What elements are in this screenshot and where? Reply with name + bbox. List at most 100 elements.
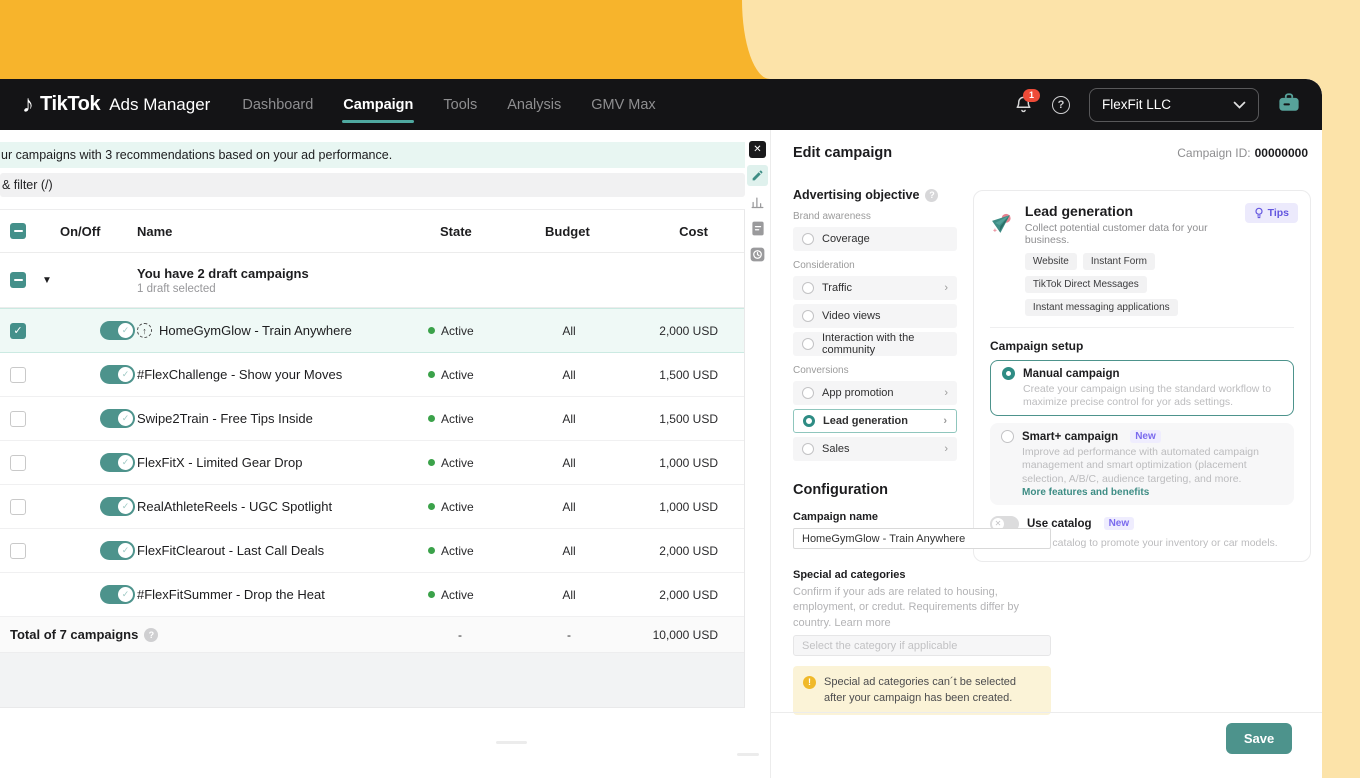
radio-icon: [802, 443, 814, 455]
campaign-name-cell[interactable]: FlexFitX - Limited Gear Drop: [137, 455, 420, 470]
total-state: -: [420, 628, 540, 642]
radio-selected-icon: [1002, 367, 1015, 380]
toggle-knob: ✓: [118, 367, 133, 382]
active-dot-icon: [428, 591, 435, 598]
radio-icon: [802, 310, 814, 322]
budget-cell: All: [540, 412, 620, 426]
row-checkbox[interactable]: [10, 411, 26, 427]
state-cell: Active: [420, 588, 540, 602]
group-label-brand-awareness: Brand awareness: [793, 211, 957, 222]
objective-detail-title: Lead generation: [1025, 203, 1242, 219]
app-window: ♪ TikTok Ads Manager Dashboard Campaign …: [0, 79, 1322, 778]
cost-cell: 1,000 USD: [620, 500, 745, 514]
objective-app-promotion[interactable]: App promotion ›: [793, 381, 957, 405]
campaign-name-cell[interactable]: #FlexFitSummer - Drop the Heat: [137, 587, 420, 602]
objective-sales[interactable]: Sales ›: [793, 437, 957, 461]
collapse-caret-icon[interactable]: ▼: [40, 275, 137, 286]
document-tab-icon[interactable]: [747, 219, 768, 238]
table-row: ✓ FlexFitX - Limited Gear Drop Active Al…: [0, 441, 744, 485]
manual-campaign-option[interactable]: Manual campaign Create your campaign usi…: [990, 360, 1294, 416]
total-help-icon[interactable]: ?: [144, 628, 158, 642]
campaign-toggle[interactable]: ✓: [100, 585, 135, 604]
special-categories-description: Confirm if your ads are related to housi…: [793, 585, 1051, 631]
radio-icon: [802, 387, 814, 399]
row-checkbox[interactable]: ✓: [10, 323, 26, 339]
tiktok-note-icon: ♪: [22, 93, 34, 117]
objective-community-interaction[interactable]: Interaction with the community: [793, 332, 957, 356]
top-nav: ♪ TikTok Ads Manager Dashboard Campaign …: [0, 79, 1322, 130]
recommendation-banner-text: ur campaigns with 3 recommendations base…: [1, 148, 392, 162]
table-header-row: On/Off Name State Budget Cost: [0, 210, 744, 253]
account-name: FlexFit LLC: [1102, 97, 1171, 112]
nav-item-campaign[interactable]: Campaign: [343, 97, 413, 113]
objective-detail-subtitle: Collect potential customer data for your…: [1025, 222, 1242, 246]
cost-cell: 2,000 USD: [620, 544, 745, 558]
campaign-name-cell[interactable]: Swipe2Train - Free Tips Inside: [137, 411, 420, 426]
col-budget: Budget: [540, 224, 620, 239]
search-filter-bar[interactable]: & filter (/): [0, 173, 745, 197]
select-all-checkbox[interactable]: [10, 223, 26, 239]
account-selector[interactable]: FlexFit LLC: [1089, 88, 1259, 122]
chevron-right-icon: ›: [944, 443, 948, 455]
table-row: ✓ Swipe2Train - Free Tips Inside Active …: [0, 397, 744, 441]
col-cost: Cost: [620, 224, 745, 239]
special-category-select[interactable]: Select the category if applicable: [793, 635, 1051, 656]
campaign-toggle[interactable]: ✓: [100, 365, 135, 384]
campaign-name-cell[interactable]: FlexFitClearout - Last Call Deals: [137, 543, 420, 558]
state-cell: Active: [420, 544, 540, 558]
campaign-toggle[interactable]: ✓: [100, 541, 135, 560]
objective-traffic[interactable]: Traffic ›: [793, 276, 957, 300]
warning-text: Special ad categories can´t be selected …: [824, 675, 1041, 706]
edit-tab-pencil-icon[interactable]: [747, 165, 768, 186]
campaign-name-cell[interactable]: ↑HomeGymGlow - Train Anywhere: [137, 323, 420, 338]
save-button[interactable]: Save: [1226, 723, 1292, 754]
chart-tab-icon[interactable]: [747, 193, 768, 212]
campaign-name-cell[interactable]: RealAthleteReels - UGC Spotlight: [137, 499, 420, 514]
business-center-icon[interactable]: [1278, 93, 1300, 117]
special-category-placeholder: Select the category if applicable: [802, 640, 957, 652]
history-tab-icon[interactable]: [747, 245, 768, 264]
nav-item-analysis[interactable]: Analysis: [507, 97, 561, 113]
total-cost: 10,000 USD: [620, 628, 745, 642]
panel-header: Edit campaign Campaign ID:00000000: [771, 130, 1322, 176]
objective-help-icon[interactable]: ?: [925, 189, 938, 202]
screen: ♪ TikTok Ads Manager Dashboard Campaign …: [0, 0, 1360, 778]
objective-video-views[interactable]: Video views: [793, 304, 957, 328]
notification-bell-icon[interactable]: 1: [1014, 95, 1033, 114]
campaign-toggle[interactable]: ✓: [100, 453, 135, 472]
objective-lead-generation[interactable]: Lead generation ›: [793, 409, 957, 433]
tiktok-logo[interactable]: ♪ TikTok Ads Manager: [22, 93, 210, 117]
campaign-name-input[interactable]: [793, 528, 1051, 549]
campaign-id: Campaign ID:00000000: [1177, 146, 1308, 160]
row-checkbox[interactable]: [10, 455, 26, 471]
campaign-toggle[interactable]: ✓: [100, 497, 135, 516]
budget-cell: All: [540, 588, 620, 602]
objective-coverage[interactable]: Coverage: [793, 227, 957, 251]
help-icon[interactable]: ?: [1052, 96, 1070, 114]
nav-item-tools[interactable]: Tools: [443, 97, 477, 113]
nav-item-gmv-max[interactable]: GMV Max: [591, 97, 655, 113]
nav-item-dashboard[interactable]: Dashboard: [242, 97, 313, 113]
state-cell: Active: [420, 368, 540, 382]
campaign-toggle[interactable]: ✓: [100, 321, 135, 340]
more-features-link[interactable]: More features and benefits: [1022, 487, 1283, 498]
table-row: ✓ ✓ ↑HomeGymGlow - Train Anywhere Active…: [0, 308, 744, 353]
tag-website: Website: [1025, 253, 1077, 270]
panel-title: Edit campaign: [793, 145, 892, 161]
toggle-knob: ✓: [118, 455, 133, 470]
row-checkbox[interactable]: [10, 543, 26, 559]
state-cell: Active: [420, 324, 540, 338]
campaign-name-cell[interactable]: #FlexChallenge - Show your Moves: [137, 367, 420, 382]
table-row: ✓ #FlexFitSummer - Drop the Heat Active …: [0, 573, 744, 617]
cost-cell: 2,000 USD: [620, 324, 745, 338]
campaign-toggle[interactable]: ✓: [100, 409, 135, 428]
row-checkbox[interactable]: [10, 499, 26, 515]
chevron-down-icon: [1233, 101, 1246, 109]
group-checkbox[interactable]: [10, 272, 26, 288]
row-checkbox[interactable]: [10, 367, 26, 383]
close-icon[interactable]: ✕: [749, 141, 766, 158]
advertising-objective-section: Advertising objective ? Brand awareness …: [793, 188, 957, 465]
cost-cell: 1,000 USD: [620, 456, 745, 470]
tips-button[interactable]: Tips: [1245, 203, 1298, 223]
campaign-table: On/Off Name State Budget Cost ▼ You have…: [0, 209, 745, 708]
